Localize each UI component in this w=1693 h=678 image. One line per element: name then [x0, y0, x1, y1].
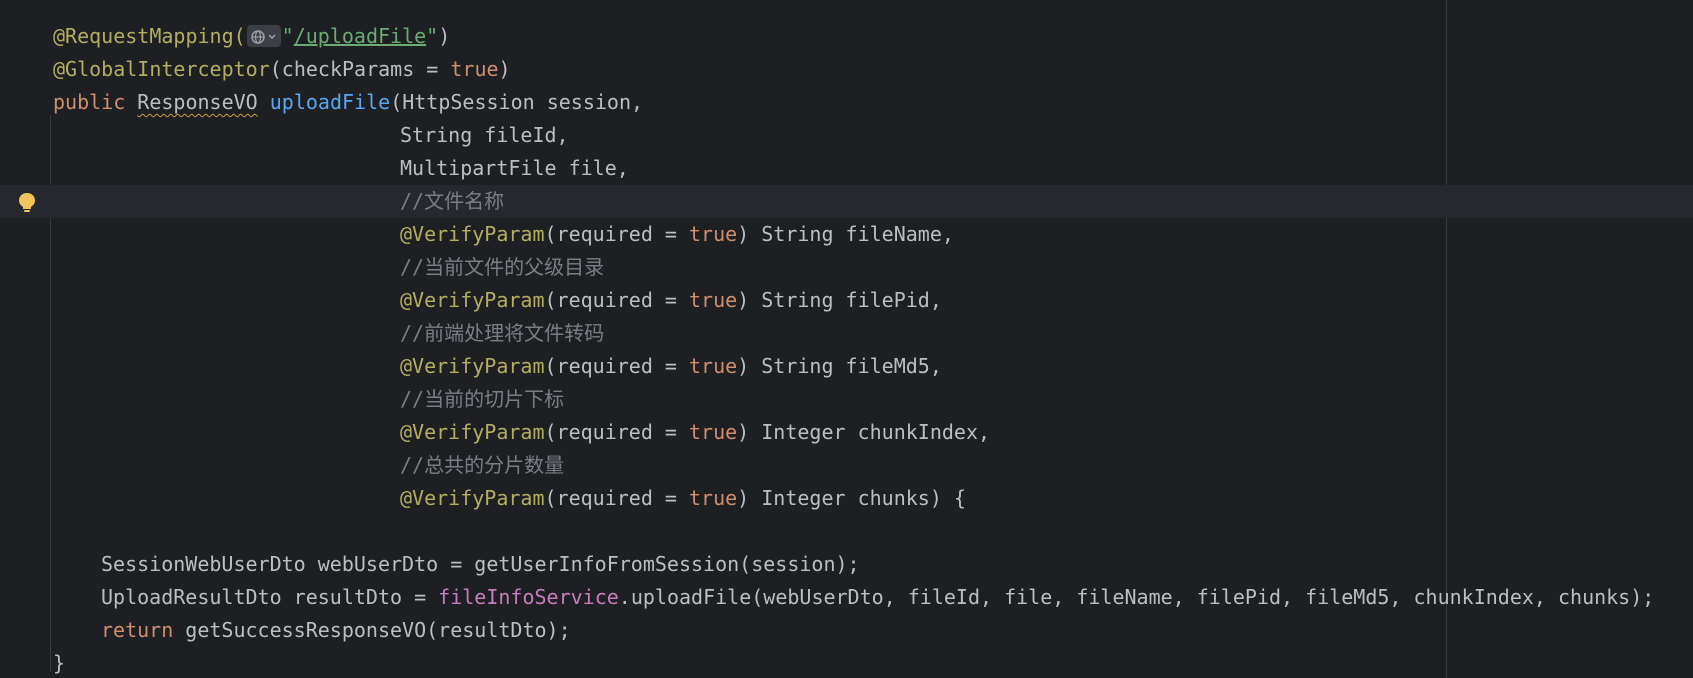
code-line-text: @RequestMapping( "/uploadFile") [53, 20, 450, 53]
code-token: public [53, 90, 138, 114]
code-token: true [689, 420, 738, 444]
code-token: SessionWebUserDto webUserDto = getUserIn… [101, 552, 860, 576]
code-token: .uploadFile(webUserDto, fileId, file, fi… [618, 585, 1655, 609]
code-line-text: @VerifyParam(required = true) String fil… [400, 350, 942, 383]
code-line[interactable]: String fileId, [0, 119, 1693, 152]
code-token: MultipartFile file, [400, 156, 629, 180]
code-token: UploadResultDto resultDto = [101, 585, 439, 609]
code-token: ) Integer chunks) { [737, 486, 966, 510]
code-line[interactable]: //当前的切片下标 [0, 383, 1693, 416]
code-token: fileInfoService [438, 585, 619, 609]
code-token: //总共的分片数量 [400, 453, 565, 477]
code-token: (required = [544, 420, 689, 444]
code-line[interactable]: UploadResultDto resultDto = fileInfoServ… [0, 581, 1693, 614]
code-token: true [689, 354, 738, 378]
code-line[interactable]: @GlobalInterceptor(checkParams = true) [0, 53, 1693, 86]
code-line[interactable]: public ResponseVO uploadFile(HttpSession… [0, 86, 1693, 119]
globe-icon[interactable] [246, 24, 281, 47]
code-line-text: @VerifyParam(required = true) Integer ch… [400, 482, 966, 515]
code-line-text: String fileId, [400, 119, 569, 152]
code-token: @RequestMapping( [53, 24, 246, 48]
code-line[interactable]: @VerifyParam(required = true) String fil… [0, 218, 1693, 251]
code-line[interactable]: @VerifyParam(required = true) String fil… [0, 284, 1693, 317]
code-token: true [450, 57, 499, 81]
code-token: @VerifyParam [400, 354, 545, 378]
code-token: ) String fileMd5, [737, 354, 942, 378]
code-token: String fileId, [400, 123, 569, 147]
code-token: @VerifyParam [400, 420, 545, 444]
code-line-text: //前端处理将文件转码 [400, 317, 604, 350]
code-line[interactable]: @VerifyParam(required = true) Integer ch… [0, 416, 1693, 449]
code-line-text: UploadResultDto resultDto = fileInfoServ… [101, 581, 1654, 614]
code-token: //当前的切片下标 [400, 387, 565, 411]
code-token: //文件名称 [400, 189, 505, 213]
code-line[interactable]: MultipartFile file, [0, 152, 1693, 185]
code-token: /uploadFile [293, 24, 427, 48]
code-token: ) String filePid, [737, 288, 942, 312]
code-token: ) [498, 57, 511, 81]
code-token: (HttpSession session, [390, 90, 644, 114]
code-line-text: SessionWebUserDto webUserDto = getUserIn… [101, 548, 860, 581]
code-token: getSuccessResponseVO(resultDto); [185, 618, 571, 642]
code-token: true [689, 288, 738, 312]
code-token: (checkParams = [269, 57, 451, 81]
code-line[interactable]: //前端处理将文件转码 [0, 317, 1693, 350]
code-line-text: //当前文件的父级目录 [400, 251, 604, 284]
code-token: @VerifyParam [400, 222, 545, 246]
code-line-text: //当前的切片下标 [400, 383, 564, 416]
code-line[interactable] [0, 515, 1693, 548]
code-line[interactable]: SessionWebUserDto webUserDto = getUserIn… [0, 548, 1693, 581]
code-line[interactable]: //总共的分片数量 [0, 449, 1693, 482]
code-token: true [689, 222, 738, 246]
code-line[interactable]: return getSuccessResponseVO(resultDto); [0, 614, 1693, 647]
code-line[interactable]: } [0, 647, 1693, 678]
code-token: (required = [544, 486, 689, 510]
code-token: @VerifyParam [400, 288, 545, 312]
code-token: true [689, 486, 738, 510]
code-token: //前端处理将文件转码 [400, 321, 605, 345]
code-line[interactable]: @VerifyParam(required = true) Integer ch… [0, 482, 1693, 515]
code-editor[interactable]: @RequestMapping("/uploadFile") @GlobalInt… [0, 0, 1693, 678]
code-token: ResponseVO [137, 90, 258, 114]
code-token: @VerifyParam [400, 486, 545, 510]
code-token: ) String fileName, [737, 222, 954, 246]
code-token: //当前文件的父级目录 [400, 255, 605, 279]
code-line-text: @VerifyParam(required = true) String fil… [400, 284, 942, 317]
code-token: (required = [544, 222, 689, 246]
code-token: ) Integer chunkIndex, [737, 420, 991, 444]
code-line[interactable]: @RequestMapping( "/uploadFile") [0, 20, 1693, 53]
code-token: " [426, 24, 439, 48]
code-line-text: //总共的分片数量 [400, 449, 564, 482]
code-line-text: return getSuccessResponseVO(resultDto); [101, 614, 571, 647]
code-line-text: } [53, 647, 65, 678]
code-line-text: //文件名称 [400, 185, 504, 218]
lightbulb-icon[interactable] [17, 191, 37, 215]
code-token: } [53, 651, 66, 675]
code-line[interactable]: @VerifyParam(required = true) String fil… [0, 350, 1693, 383]
code-token: @GlobalInterceptor [53, 57, 270, 81]
code-token: (required = [544, 354, 689, 378]
code-token: " [281, 24, 294, 48]
code-token: uploadFile [269, 90, 391, 114]
code-line[interactable]: //当前文件的父级目录 [0, 251, 1693, 284]
code-line-text: @GlobalInterceptor(checkParams = true) [53, 53, 511, 86]
code-token: return [101, 618, 186, 642]
code-line[interactable]: //文件名称 [0, 185, 1693, 218]
code-line-text: MultipartFile file, [400, 152, 629, 185]
code-token: ) [438, 24, 451, 48]
code-line-text: @VerifyParam(required = true) String fil… [400, 218, 954, 251]
code-token: (required = [544, 288, 689, 312]
code-line-text: public ResponseVO uploadFile(HttpSession… [53, 86, 643, 119]
code-line-text: @VerifyParam(required = true) Integer ch… [400, 416, 990, 449]
